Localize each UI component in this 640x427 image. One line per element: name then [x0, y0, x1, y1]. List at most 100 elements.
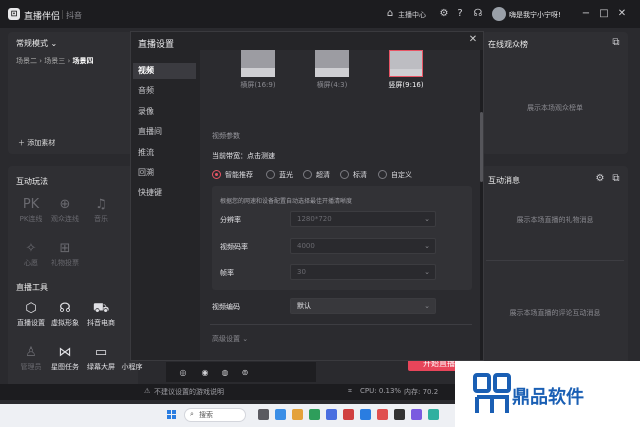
ecommerce-button[interactable]: ⛟ 抖音电商: [84, 300, 118, 328]
green-screen-button[interactable]: ▭ 绿幕大屏: [84, 344, 118, 372]
scene-tabs: 场景二 › 场景三 › 场景四: [16, 56, 94, 66]
fps-label: 帧率: [220, 269, 234, 277]
status-warning[interactable]: 不建议设置的游戏说明: [154, 387, 224, 397]
file-explorer-icon[interactable]: [292, 409, 303, 420]
admin-button[interactable]: ♙ 管理员: [14, 344, 48, 372]
video-params-heading: 视频参数: [212, 132, 240, 140]
speaker-icon[interactable]: ◍: [220, 368, 230, 378]
nav-shortcuts[interactable]: 快捷键: [133, 185, 196, 201]
windows-start-icon[interactable]: [167, 410, 177, 420]
chevron-down-icon: ⌄: [242, 335, 249, 343]
close-icon[interactable]: ✕: [467, 34, 479, 46]
host-center-link[interactable]: 主播中心: [398, 10, 426, 20]
help-icon[interactable]: ?: [454, 8, 466, 20]
gear-icon[interactable]: ⚙: [594, 173, 606, 185]
minimize-icon[interactable]: −: [580, 8, 592, 20]
wish-button[interactable]: ✧ 心愿: [14, 240, 48, 268]
layout-landscape-43[interactable]: [315, 50, 349, 77]
mask-icon: ☊: [59, 301, 71, 316]
task-view-icon[interactable]: [258, 409, 269, 420]
pk-button[interactable]: PK PK连线: [14, 196, 48, 224]
mini-program-button[interactable]: 小程序: [120, 362, 144, 372]
host-center-icon[interactable]: ⌂: [384, 8, 396, 20]
quality-radio-smart[interactable]: [212, 170, 221, 179]
layout-portrait[interactable]: [389, 50, 423, 77]
music-button[interactable]: ♫ 音乐: [84, 196, 118, 224]
encoder-value: 默认: [297, 302, 311, 310]
star-task-button[interactable]: ⋈ 星图任务: [48, 344, 82, 372]
nav-replay[interactable]: 回溯: [133, 165, 196, 181]
popout-icon[interactable]: ⧉: [610, 37, 622, 49]
scene-tab-2[interactable]: 场景二: [16, 57, 37, 65]
wps-icon[interactable]: [377, 409, 388, 420]
username[interactable]: 嗨是我宁小宁呀!: [509, 10, 561, 20]
chevron-down-icon: ⌄: [424, 302, 430, 310]
mic-icon[interactable]: ◉: [200, 368, 210, 378]
chevron-down-icon: ⌄: [424, 242, 430, 250]
chevron-down-icon: ⌄: [424, 268, 430, 276]
avatar-button[interactable]: ☊ 虚拟形象: [48, 300, 82, 328]
app-icon[interactable]: [343, 409, 354, 420]
audience-link-button[interactable]: ⊕ 观众连线: [48, 196, 82, 224]
fps-value: 30: [297, 268, 306, 276]
scrollbar[interactable]: [480, 50, 483, 360]
quality-label-standard: 标清: [353, 171, 367, 179]
camera-icon[interactable]: ◎: [178, 368, 188, 378]
live-tools-title: 直播工具: [16, 283, 48, 292]
mode-selector[interactable]: 常规模式 ⌄: [16, 38, 57, 49]
quality-radio-super[interactable]: [303, 170, 312, 179]
quality-radio-bluray[interactable]: [266, 170, 275, 179]
watermark-text: 鼎品软件: [512, 387, 584, 408]
quality-radio-custom[interactable]: [378, 170, 387, 179]
resolution-select[interactable]: 1280*720 ⌄: [290, 211, 436, 227]
encoder-select[interactable]: 默认 ⌄: [290, 298, 436, 314]
ecommerce-label: 抖音电商: [87, 319, 115, 327]
cart-icon: ⛟: [92, 301, 110, 316]
gift-vote-button[interactable]: ⊞ 礼物投票: [48, 240, 82, 268]
browser-icon[interactable]: [309, 409, 320, 420]
bandwidth-test-link[interactable]: 当前带宽：点击测速: [212, 151, 275, 161]
fps-select[interactable]: 30 ⌄: [290, 264, 436, 280]
tray-app2-icon[interactable]: [428, 409, 439, 420]
live-settings-button[interactable]: ⬡ 直播设置: [14, 300, 48, 328]
dialog-title: 直播设置: [138, 40, 175, 50]
nav-video[interactable]: 视频: [133, 63, 196, 79]
wish-label: 心愿: [24, 259, 38, 267]
quality-label-super: 超清: [316, 171, 330, 179]
bitrate-select[interactable]: 4000 ⌄: [290, 238, 436, 254]
quality-radio-standard[interactable]: [340, 170, 349, 179]
tray-app-icon[interactable]: [411, 409, 422, 420]
admin-label: 管理员: [20, 363, 42, 371]
close-icon[interactable]: ✕: [616, 8, 628, 20]
nav-live-room[interactable]: 直播间: [133, 124, 196, 140]
store-icon[interactable]: [326, 409, 337, 420]
popout-icon[interactable]: ⧉: [610, 173, 622, 185]
nav-recording[interactable]: 录像: [133, 104, 196, 120]
settings-icon[interactable]: ⚙: [438, 8, 450, 20]
chevron-down-icon: ⌄: [50, 39, 58, 48]
douyin-icon[interactable]: [394, 409, 405, 420]
word-icon[interactable]: [360, 409, 371, 420]
scene-tab-4[interactable]: 场景四: [73, 57, 94, 65]
advanced-settings-toggle[interactable]: 高级设置 ⌄: [212, 334, 248, 344]
settings-ring-icon[interactable]: ⊚: [240, 368, 250, 378]
star-map-icon: ⋈: [58, 345, 72, 360]
add-material-label: 添加素材: [27, 139, 56, 147]
headset-icon[interactable]: ☊: [472, 8, 484, 20]
scrollbar-thumb[interactable]: [480, 112, 483, 182]
layout-landscape-169[interactable]: [241, 50, 275, 77]
widgets-icon[interactable]: [275, 409, 286, 420]
comment-message-empty: 展示本场直播的评论互动消息: [509, 309, 601, 317]
maximize-icon[interactable]: □: [598, 8, 610, 20]
audience-link-label: 观众连线: [51, 215, 79, 223]
cpu-usage: CPU: 0.13%: [360, 387, 402, 395]
resolution-label: 分辨率: [220, 216, 241, 224]
add-material-button[interactable]: ＋ 添加素材: [18, 138, 55, 148]
scene-tab-3[interactable]: 场景三: [44, 57, 65, 65]
encoder-label: 视频编码: [212, 303, 240, 311]
nav-audio[interactable]: 音频: [133, 83, 196, 99]
avatar[interactable]: [492, 7, 506, 21]
nav-stream[interactable]: 推流: [133, 145, 196, 161]
cpu-icon: ⌗: [348, 387, 352, 395]
chevron-down-icon: ⌄: [424, 215, 430, 223]
